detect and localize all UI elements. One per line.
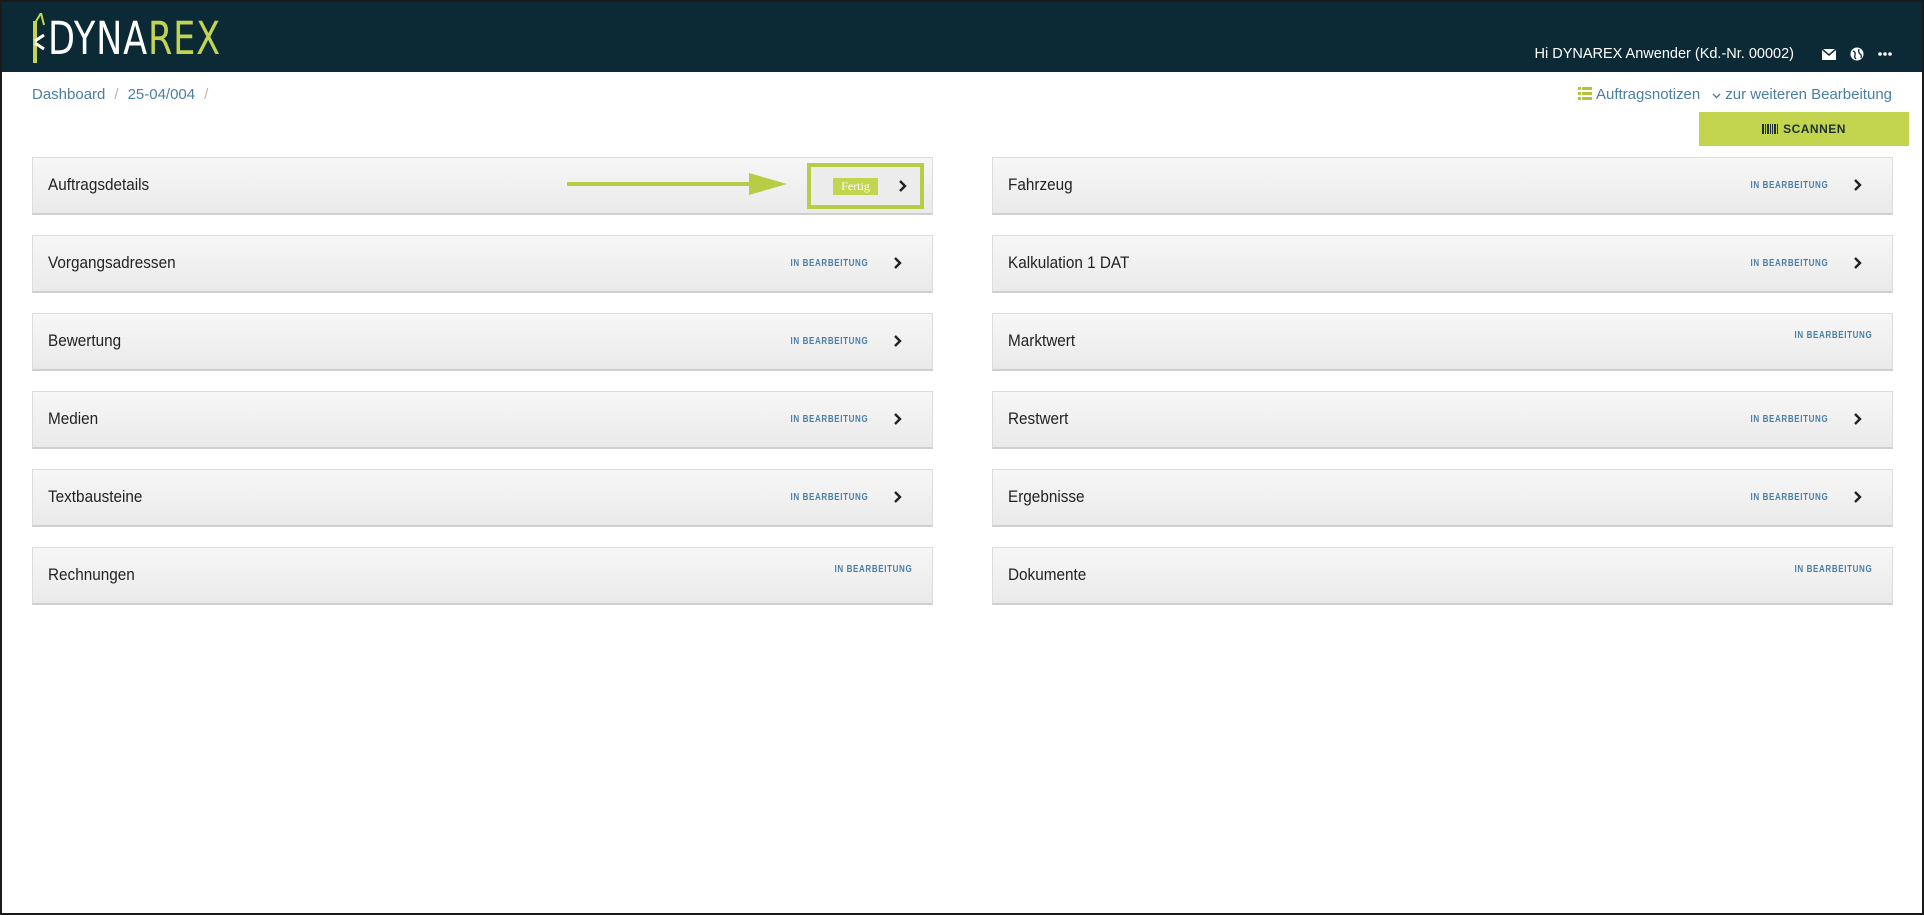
panel-fahrzeug[interactable]: Fahrzeug IN BEARBEITUNG (992, 157, 1893, 215)
chevron-right-icon[interactable] (890, 254, 906, 272)
status-label: IN BEARBEITUNG (834, 564, 912, 575)
breadcrumb-separator: / (204, 86, 209, 103)
panel-title: Ergebnisse (1008, 487, 1085, 506)
top-bar: DYNAREX Hi DYNAREX Anwender (Kd.-Nr. 000… (2, 2, 1922, 72)
panel-title: Restwert (1008, 409, 1069, 428)
barcode-icon (1762, 124, 1779, 134)
status-highlight: Fertig (807, 163, 924, 209)
panel-restwert[interactable]: Restwert IN BEARBEITUNG (992, 391, 1893, 449)
user-area: Hi DYNAREX Anwender (Kd.-Nr. 00002) (1535, 46, 1893, 62)
chevron-right-icon[interactable] (1850, 254, 1866, 272)
dynarex-logo[interactable]: DYNAREX (32, 12, 270, 66)
panel-title: Fahrzeug (1008, 175, 1073, 194)
status-label: IN BEARBEITUNG (790, 492, 868, 503)
panel-title: Vorgangsadressen (48, 253, 176, 272)
scan-button-label: SCANNEN (1783, 122, 1846, 136)
panel-title: Rechnungen (48, 565, 135, 584)
scan-button[interactable]: SCANNEN (1699, 112, 1909, 146)
panel-kalkulation[interactable]: Kalkulation 1 DAT IN BEARBEITUNG (992, 235, 1893, 293)
chevron-right-icon[interactable] (895, 177, 911, 195)
logo-text-rex: REX (147, 12, 221, 65)
globe-icon[interactable] (1850, 47, 1864, 61)
panel-auftragsdetails[interactable]: Auftragsdetails Fertig (32, 157, 933, 215)
further-processing-dropdown[interactable]: zur weiteren Bearbeitung (1712, 86, 1892, 103)
status-label: IN BEARBEITUNG (1750, 180, 1828, 191)
panel-bewertung[interactable]: Bewertung IN BEARBEITUNG (32, 313, 933, 371)
panel-ergebnisse[interactable]: Ergebnisse IN BEARBEITUNG (992, 469, 1893, 527)
panel-marktwert[interactable]: Marktwert IN BEARBEITUNG (992, 313, 1893, 371)
status-label: IN BEARBEITUNG (790, 258, 868, 269)
user-greeting: Hi DYNAREX Anwender (Kd.-Nr. 00002) (1534, 46, 1795, 62)
chevron-right-icon[interactable] (890, 488, 906, 506)
panel-dokumente[interactable]: Dokumente IN BEARBEITUNG (992, 547, 1893, 605)
chevron-right-icon[interactable] (890, 332, 906, 350)
status-label: IN BEARBEITUNG (1750, 258, 1828, 269)
envelope-icon[interactable] (1822, 48, 1836, 60)
logo-text-dyna: DYNA (48, 12, 148, 65)
breadcrumb: Dashboard / 25-04/004 / (32, 86, 208, 103)
annotation-arrow-icon (567, 173, 787, 195)
chevron-right-icon[interactable] (1850, 176, 1866, 194)
status-label: IN BEARBEITUNG (1750, 414, 1828, 425)
panel-title: Marktwert (1008, 331, 1076, 350)
panel-textbausteine[interactable]: Textbausteine IN BEARBEITUNG (32, 469, 933, 527)
panel-title: Textbausteine (48, 487, 143, 506)
panel-title: Kalkulation 1 DAT (1008, 253, 1130, 272)
status-badge-done: Fertig (833, 178, 878, 195)
further-processing-label: zur weiteren Bearbeitung (1725, 86, 1892, 103)
chevron-right-icon[interactable] (890, 410, 906, 428)
status-label: IN BEARBEITUNG (790, 414, 868, 425)
panel-vorgangsadressen[interactable]: Vorgangsadressen IN BEARBEITUNG (32, 235, 933, 293)
logo-mark-icon (33, 13, 45, 63)
status-label: IN BEARBEITUNG (790, 336, 868, 347)
list-icon (1578, 86, 1592, 103)
status-label: IN BEARBEITUNG (1794, 564, 1872, 575)
panel-title: Auftragsdetails (48, 175, 150, 194)
panel-title: Medien (48, 409, 99, 428)
panel-title: Dokumente (1008, 565, 1087, 584)
status-label: IN BEARBEITUNG (1750, 492, 1828, 503)
more-icon[interactable] (1878, 52, 1892, 56)
chevron-down-icon (1712, 88, 1721, 102)
breadcrumb-item-dashboard[interactable]: Dashboard (32, 86, 105, 103)
logo-text: DYNAREX (48, 12, 221, 66)
breadcrumb-item-order[interactable]: 25-04/004 (128, 86, 196, 103)
order-notes-link[interactable]: Auftragsnotizen (1578, 86, 1700, 103)
chevron-right-icon[interactable] (1850, 488, 1866, 506)
panel-rechnungen[interactable]: Rechnungen IN BEARBEITUNG (32, 547, 933, 605)
panel-title: Bewertung (48, 331, 122, 350)
breadcrumb-separator: / (114, 86, 119, 103)
status-label: IN BEARBEITUNG (1794, 330, 1872, 341)
panel-medien[interactable]: Medien IN BEARBEITUNG (32, 391, 933, 449)
page-actions: Auftragsnotizen zur weiteren Bearbeitung (1578, 86, 1892, 103)
chevron-right-icon[interactable] (1850, 410, 1866, 428)
order-notes-label: Auftragsnotizen (1596, 86, 1701, 103)
